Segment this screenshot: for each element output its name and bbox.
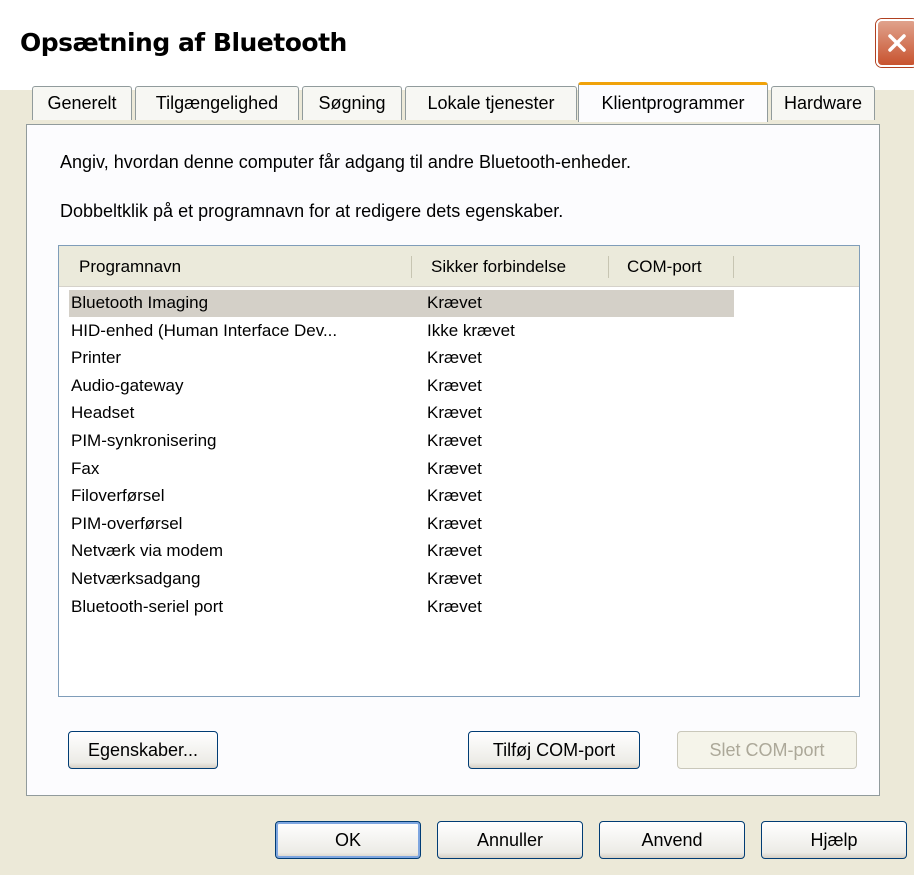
title-bar: Opsætning af Bluetooth — [0, 0, 914, 90]
program-name-cell: Netværk via modem — [71, 541, 224, 561]
program-name-cell: Bluetooth-seriel port — [71, 596, 224, 616]
tab-lokale-tjenester[interactable]: Lokale tjenester — [405, 86, 577, 120]
secure-connection-cell: Krævet — [427, 348, 482, 368]
secure-connection-cell: Krævet — [427, 486, 482, 506]
table-row[interactable]: HID-enhed (Human Interface Dev... Ikke kr… — [69, 318, 734, 345]
tab-tilgaengelighed[interactable]: Tilgængelighed — [135, 86, 299, 120]
table-row[interactable]: Printer Krævet — [69, 345, 734, 372]
tab-label: Lokale tjenester — [427, 93, 555, 113]
column-divider[interactable] — [608, 256, 609, 278]
apply-button[interactable]: Anvend — [599, 821, 745, 859]
table-row[interactable]: Bluetooth Imaging Krævet — [69, 290, 734, 317]
program-name-cell: Filoverførsel — [71, 486, 165, 506]
secure-connection-cell: Krævet — [427, 569, 482, 588]
column-header-sikker-forbindelse[interactable]: Sikker forbindelse — [431, 254, 566, 280]
button-label: Egenskaber... — [87, 739, 199, 760]
button-label: Hjælp — [810, 829, 858, 850]
column-header-com-port[interactable]: COM-port — [627, 254, 702, 280]
client-programs-list[interactable]: Programnavn Sikker forbindelse COM-port … — [58, 245, 860, 697]
secure-connection-cell: Krævet — [427, 293, 482, 312]
program-name-cell: PIM-overførsel — [71, 513, 183, 533]
button-label: OK — [334, 829, 361, 850]
column-divider[interactable] — [733, 256, 734, 278]
table-row[interactable]: Audio-gateway Krævet — [69, 373, 734, 400]
program-name-cell: Headset — [71, 403, 135, 423]
tab-label: Generelt — [47, 93, 117, 113]
tab-label: Hardware — [783, 93, 863, 113]
program-name-cell: Netværksadgang — [71, 569, 201, 588]
secure-connection-cell: Krævet — [427, 403, 482, 423]
description-line-1: Angiv, hvordan denne computer får adgang… — [60, 152, 632, 172]
secure-connection-cell: Krævet — [427, 431, 482, 450]
column-header-programnavn[interactable]: Programnavn — [79, 254, 181, 280]
help-button[interactable]: Hjælp — [761, 821, 907, 859]
description-line-2: Dobbeltklik på et programnavn for at red… — [60, 201, 564, 221]
program-name-cell: PIM-synkronisering — [71, 431, 217, 450]
close-button[interactable] — [876, 19, 914, 67]
window-title: Opsætning af Bluetooth — [20, 28, 347, 57]
close-x-icon — [888, 34, 906, 52]
table-row[interactable]: PIM-synkronisering Krævet — [69, 428, 734, 455]
table-row[interactable]: Netværksadgang Krævet — [69, 566, 734, 593]
add-com-port-button[interactable]: Tilføj COM-port — [468, 731, 640, 769]
table-row[interactable]: PIM-overførsel Krævet — [69, 511, 734, 538]
button-label: Tilføj COM-port — [492, 739, 616, 760]
secure-connection-cell: Krævet — [427, 541, 482, 561]
button-label: Anvend — [641, 829, 703, 850]
cancel-button[interactable]: Annuller — [437, 821, 583, 859]
program-name-cell: Fax — [71, 458, 100, 478]
tab-hardware[interactable]: Hardware — [771, 86, 875, 120]
program-name-cell: HID-enhed (Human Interface Dev... — [71, 320, 338, 340]
tab-label: Søgning — [318, 93, 386, 113]
program-name-cell: Bluetooth Imaging — [71, 293, 209, 312]
tab-label: Klientprogrammer — [601, 93, 745, 113]
secure-connection-cell: Ikke krævet — [427, 320, 515, 340]
column-divider[interactable] — [411, 256, 412, 278]
properties-button[interactable]: Egenskaber... — [68, 731, 218, 769]
secure-connection-cell: Krævet — [427, 375, 482, 395]
table-row[interactable]: Netværk via modem Krævet — [69, 538, 734, 565]
table-row[interactable]: Bluetooth-seriel port Krævet — [69, 594, 734, 621]
button-label: Annuller — [476, 829, 544, 850]
button-label: Slet COM-port — [709, 739, 825, 760]
secure-connection-cell: Krævet — [427, 513, 482, 533]
tab-soegning[interactable]: Søgning — [302, 86, 402, 120]
table-row[interactable]: Fax Krævet — [69, 456, 734, 483]
ok-button[interactable]: OK — [275, 821, 421, 859]
tab-label: Tilgængelighed — [155, 93, 279, 113]
secure-connection-cell: Krævet — [427, 596, 482, 616]
delete-com-port-button[interactable]: Slet COM-port — [677, 731, 857, 769]
table-row[interactable]: Headset Krævet — [69, 400, 734, 427]
list-header: Programnavn Sikker forbindelse COM-port — [59, 246, 859, 287]
bluetooth-settings-dialog: Opsætning af Bluetooth Generelt Tilgænge… — [0, 0, 914, 875]
program-name-cell: Audio-gateway — [71, 375, 184, 395]
tab-generelt[interactable]: Generelt — [32, 86, 132, 120]
program-name-cell: Printer — [71, 348, 122, 368]
tab-klientprogrammer[interactable]: Klientprogrammer — [578, 82, 768, 122]
table-row[interactable]: Filoverførsel Krævet — [69, 483, 734, 510]
secure-connection-cell: Krævet — [427, 458, 482, 478]
